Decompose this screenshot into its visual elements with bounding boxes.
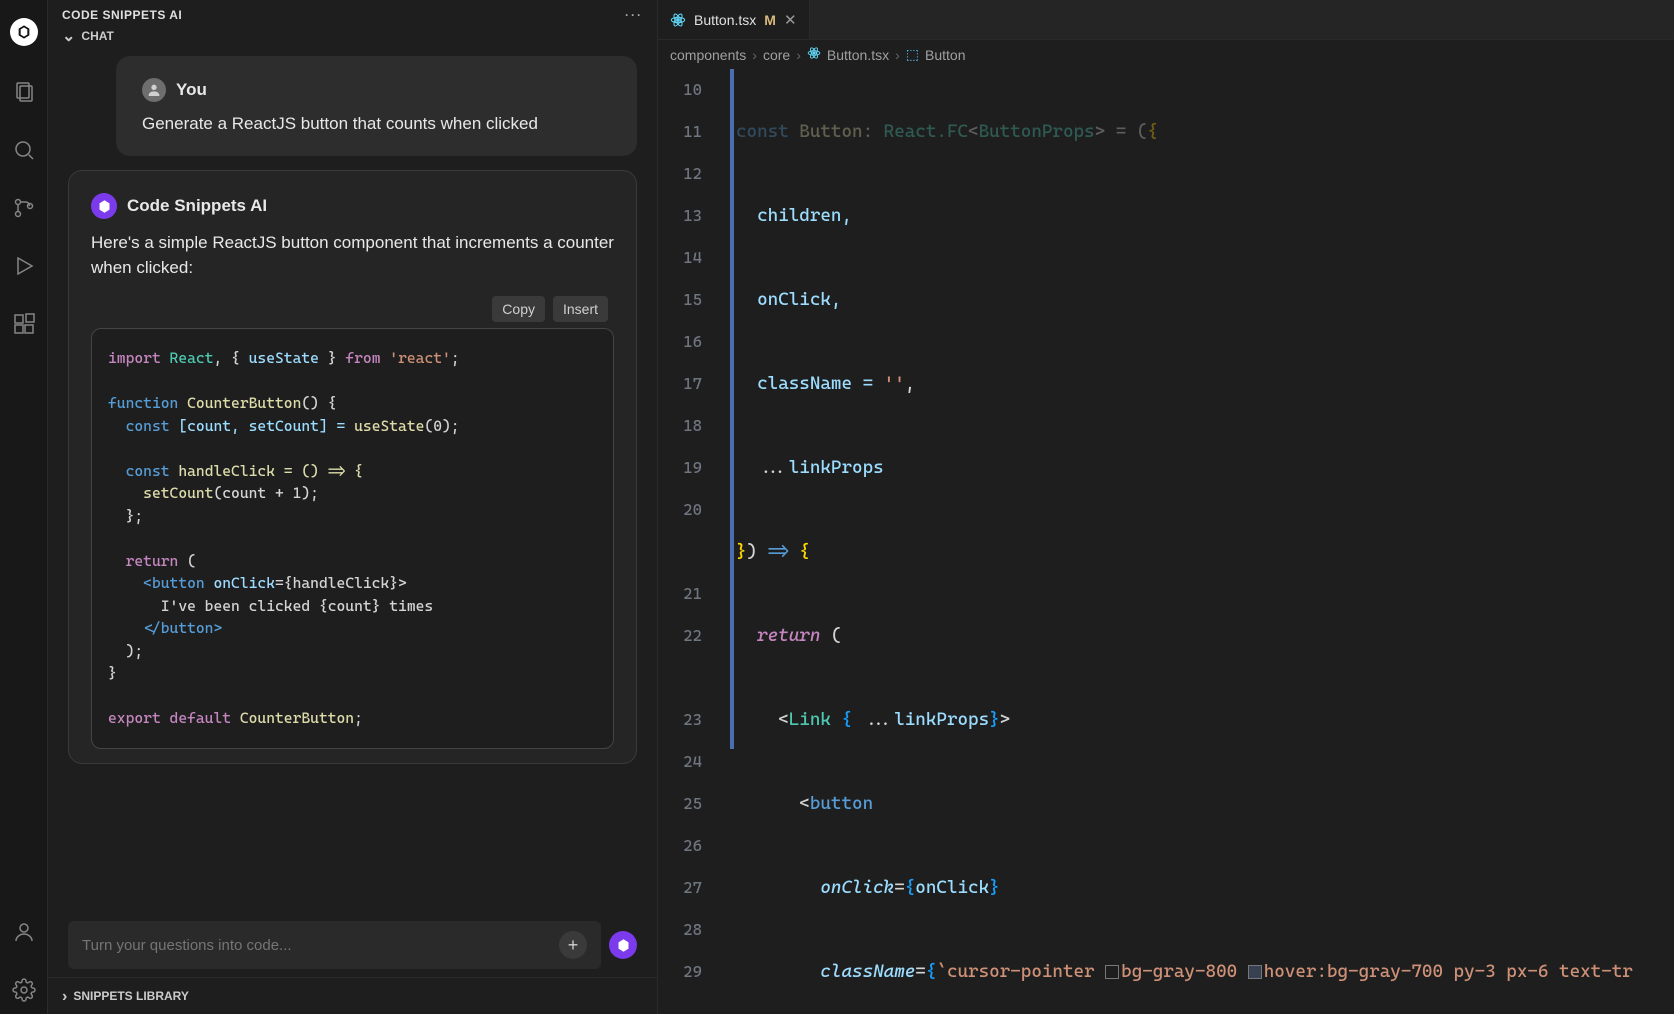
user-avatar-icon [142,78,166,102]
breadcrumb-item[interactable]: components [670,47,746,63]
snippets-library-toggle[interactable]: › SNIPPETS LIBRARY [48,977,657,1014]
chat-scroll: You Generate a ReactJS button that count… [48,48,657,913]
source-control-icon[interactable] [0,184,48,232]
send-button[interactable] [609,931,637,959]
line-gutter: 1011121314151617181920212223242526272829 [658,69,728,993]
panel-header: CODE SNIPPETS AI ··· [48,0,657,26]
breadcrumb-item[interactable]: core [763,47,790,63]
react-file-icon [807,46,821,63]
extension-logo-icon[interactable] [0,10,48,58]
tab-filename: Button.tsx [694,12,756,28]
tab-button-tsx[interactable]: Button.tsx M ✕ [658,0,810,39]
ai-logo-icon [91,193,117,219]
files-icon[interactable] [0,68,48,116]
insert-button[interactable]: Insert [553,296,608,322]
chevron-right-icon: › [62,989,67,1005]
chat-section-toggle[interactable]: ⌄ CHAT [48,28,657,44]
account-icon[interactable] [0,908,48,956]
color-swatch-icon [1248,965,1262,979]
ai-message: Code Snippets AI Here's a simple ReactJS… [68,170,637,764]
tab-modified-indicator: M [764,12,776,28]
breadcrumb-item[interactable]: Button.tsx [827,47,889,63]
snippets-library-label: SNIPPETS LIBRARY [73,989,189,1003]
code-actions: Copy Insert [91,296,614,322]
code-editor[interactable]: 1011121314151617181920212223242526272829… [658,69,1674,1014]
extensions-icon[interactable] [0,300,48,348]
ai-name-label: Code Snippets AI [127,196,267,216]
chat-input-row: + [48,913,657,977]
color-swatch-icon [1105,965,1119,979]
chat-input[interactable] [82,937,559,954]
user-prompt-text: Generate a ReactJS button that counts wh… [142,114,611,134]
breadcrumb[interactable]: components› core› Button.tsx› ⬚ Button [658,40,1674,69]
user-message: You Generate a ReactJS button that count… [116,56,637,156]
user-name-label: You [176,80,207,100]
panel-title: CODE SNIPPETS AI [62,8,182,22]
ai-intro-text: Here's a simple ReactJS button component… [91,231,614,280]
search-icon[interactable] [0,126,48,174]
breadcrumb-item[interactable]: Button [925,47,965,63]
settings-gear-icon[interactable] [0,966,48,1014]
tab-close-icon[interactable]: ✕ [784,11,797,29]
chevron-down-icon: ⌄ [62,29,75,45]
run-debug-icon[interactable] [0,242,48,290]
react-file-icon [670,12,686,28]
activity-bar [0,0,48,1014]
editor-area: Button.tsx M ✕ components› core› Button.… [658,0,1674,1014]
ai-code-block[interactable]: import React, { useState } from 'react';… [91,328,614,749]
side-panel: CODE SNIPPETS AI ··· ⌄ CHAT You Generate… [48,0,658,1014]
chat-input-wrapper: + [68,921,601,969]
add-button[interactable]: + [559,931,587,959]
symbol-icon: ⬚ [906,46,919,63]
panel-more-icon[interactable]: ··· [625,8,643,22]
chat-label: CHAT [81,29,113,43]
tab-bar: Button.tsx M ✕ [658,0,1674,40]
code-content[interactable]: const Button: React.FC<ButtonProps> = ({… [736,69,1674,1014]
git-change-bar [730,69,734,749]
copy-button[interactable]: Copy [492,296,545,322]
